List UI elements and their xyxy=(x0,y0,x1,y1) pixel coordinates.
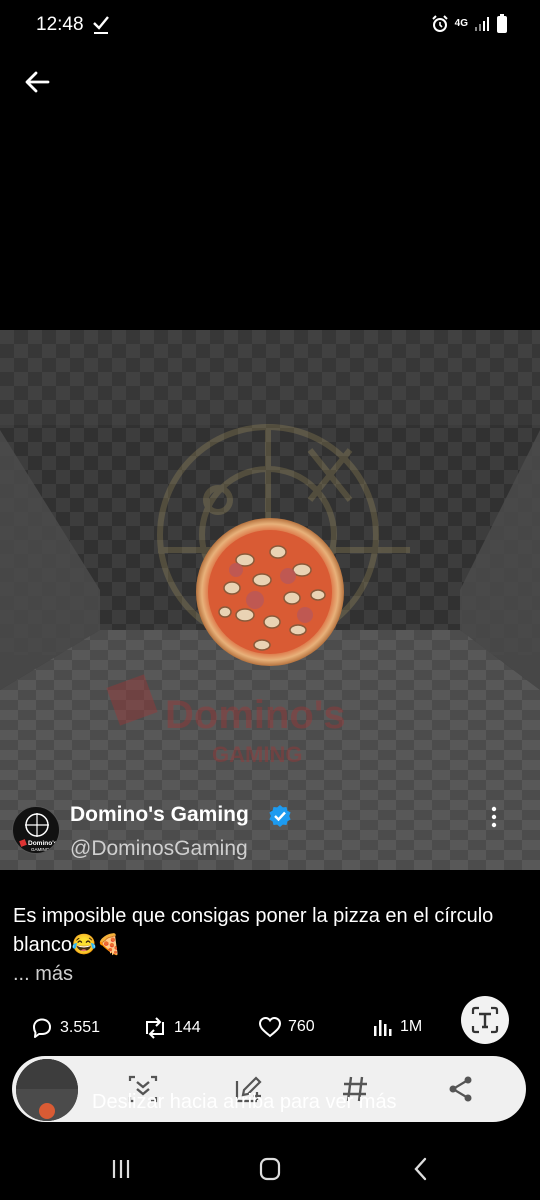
text-scan-icon xyxy=(471,1006,499,1034)
like-button[interactable]: 760 xyxy=(258,1016,315,1038)
status-icons: 4G xyxy=(431,14,508,34)
reply-button[interactable]: 3.551 xyxy=(30,1016,100,1040)
pizza-image xyxy=(196,518,344,666)
swipe-up-hint: Deslizar hacia arriba para ver más xyxy=(92,1091,397,1113)
signal-icon xyxy=(475,17,489,31)
show-more-link[interactable]: ... más xyxy=(13,963,73,986)
video-frame: Domino's GAMING xyxy=(0,330,540,870)
status-time: 12:48 xyxy=(36,14,84,35)
video-watermark: Domino's xyxy=(165,693,346,737)
screenshot-thumbnail[interactable] xyxy=(16,1059,78,1121)
back-nav-icon[interactable] xyxy=(406,1156,436,1182)
repost-button[interactable]: 144 xyxy=(142,1016,201,1040)
home-icon[interactable] xyxy=(255,1156,285,1182)
svg-text:Domino's: Domino's xyxy=(28,840,58,847)
status-bar: 12:48 4G xyxy=(0,0,540,52)
repost-count: 144 xyxy=(174,1019,201,1036)
extract-text-button[interactable] xyxy=(461,996,509,1044)
video-player[interactable]: Domino's GAMING xyxy=(0,330,540,870)
alarm-icon xyxy=(431,15,448,32)
download-done-icon xyxy=(93,16,109,34)
back-arrow-icon[interactable] xyxy=(20,64,56,100)
video-watermark-sub: GAMING xyxy=(212,742,302,767)
share-icon[interactable] xyxy=(444,1072,478,1106)
author-name[interactable]: Domino's Gaming xyxy=(70,803,249,827)
reply-count: 3.551 xyxy=(60,1019,101,1036)
battery-icon xyxy=(497,14,507,33)
like-count: 760 xyxy=(288,1018,315,1035)
author-handle[interactable]: @DominosGaming xyxy=(70,837,248,861)
verified-badge-icon xyxy=(269,805,291,827)
repost-icon xyxy=(146,1017,164,1039)
views-icon xyxy=(374,1020,392,1036)
svg-text:GAMING: GAMING xyxy=(31,847,50,852)
heart-icon xyxy=(258,1016,282,1038)
post-text: Es imposible que consigas poner la pizza… xyxy=(13,905,494,956)
network-type: 4G xyxy=(454,18,468,29)
views-button[interactable]: 1M xyxy=(372,1016,422,1038)
more-options-icon[interactable] xyxy=(484,804,504,832)
author-avatar[interactable]: Domino's GAMING xyxy=(12,806,60,854)
recent-apps-icon[interactable] xyxy=(106,1156,136,1182)
reply-icon xyxy=(33,1018,51,1038)
view-count: 1M xyxy=(400,1018,423,1035)
